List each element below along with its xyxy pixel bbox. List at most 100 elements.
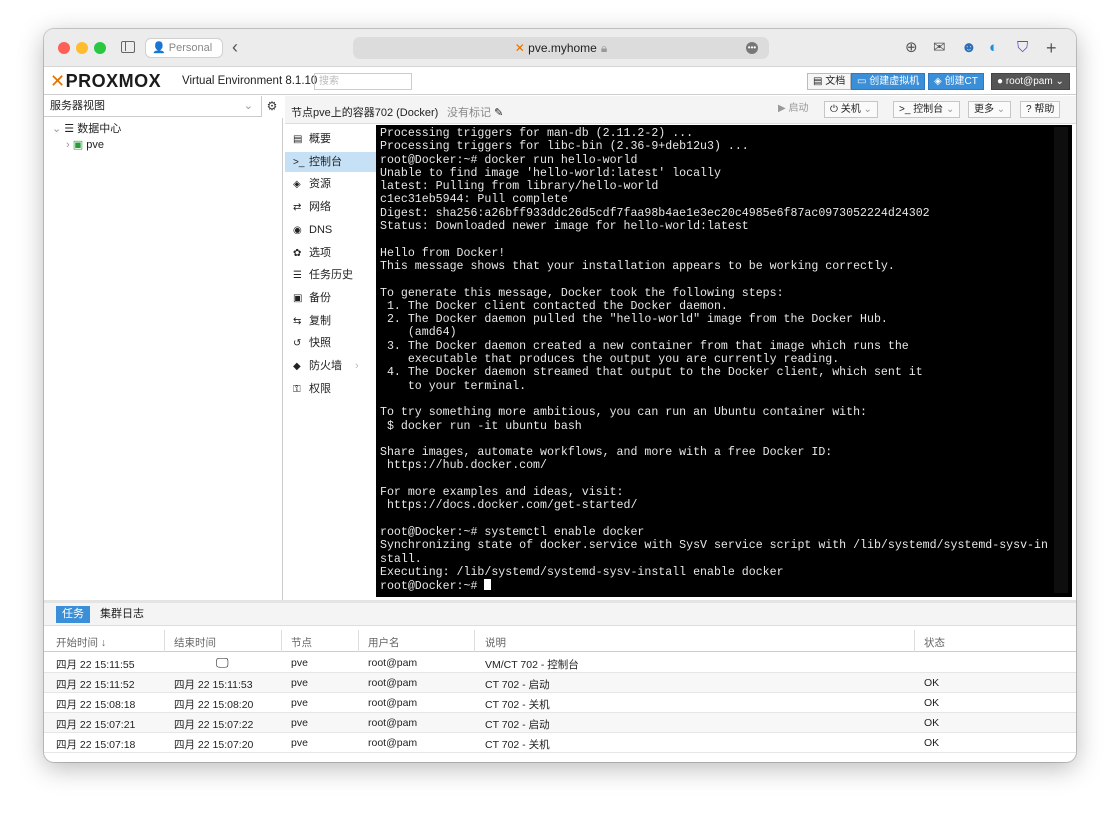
menu-item-1[interactable]: >_ 控制台: [285, 151, 376, 172]
page-title: 节点pve上的容器702 (Docker): [291, 107, 439, 119]
gear-icon[interactable]: ⚙: [264, 97, 280, 115]
menu-item-9[interactable]: ↺ 快照: [285, 333, 376, 353]
menu-item-10[interactable]: ◆ 防火墙 ›: [285, 356, 376, 376]
table-row[interactable]: 四月 22 15:07:18 四月 22 15:07:20 pve root@pam C…: [44, 733, 1076, 753]
extension-people-icon[interactable]: ☻: [961, 38, 977, 58]
menu-item-4[interactable]: ◉ DNS: [285, 220, 376, 240]
tags[interactable]: 没有标记 ✎: [447, 104, 503, 120]
sidebar-toggle-icon[interactable]: [121, 41, 135, 53]
power-icon: ⏻: [830, 104, 838, 115]
table-row[interactable]: 四月 22 15:11:52 四月 22 15:11:53 pve root@pam C…: [44, 673, 1076, 693]
help-button[interactable]: ? 帮助: [1020, 101, 1061, 118]
floppy-icon: ▣: [293, 292, 303, 304]
more-button[interactable]: 更多 ⌄: [968, 101, 1012, 118]
more-icon[interactable]: •••: [746, 42, 758, 54]
console-line: stall.: [380, 553, 1060, 566]
proxmox-logo[interactable]: ✕PROXMOX: [50, 71, 161, 91]
table-row[interactable]: 四月 22 15:11:55 🖵 pve root@pam VM/CT 702 - 控制…: [44, 653, 1076, 673]
terminal-icon: >_: [293, 156, 305, 168]
cell-end: 四月 22 15:07:22: [174, 719, 254, 731]
minimize-window-button[interactable]: [76, 42, 88, 54]
browser-toolbar: 👤 Personal ⌄ ‹ ✕ pve.myhome 🔒︎ ••• ⊕ ✉ ☻ …: [44, 29, 1076, 71]
search-input[interactable]: 搜索: [314, 73, 412, 90]
docs-button[interactable]: ▤ 文档: [807, 73, 852, 90]
console-line: For more examples and ideas, visit:: [380, 486, 1060, 499]
extension-shield-icon[interactable]: ⛉: [1017, 38, 1028, 58]
menu-item-8[interactable]: ⇆ 复制: [285, 311, 376, 331]
column-start-time[interactable]: 开始时间 ↓: [56, 635, 106, 650]
new-tab-button[interactable]: +: [1046, 38, 1057, 58]
table-row[interactable]: 四月 22 15:08:18 四月 22 15:08:20 pve root@pam C…: [44, 693, 1076, 713]
column-user[interactable]: 用户名: [368, 635, 400, 650]
console-line: Processing triggers for libc-bin (2.36-9…: [380, 140, 1060, 153]
menu-item-7[interactable]: ▣ 备份: [285, 288, 376, 308]
menu-item-0[interactable]: ▤ 概要: [285, 129, 376, 149]
column-end-time[interactable]: 结束时间: [174, 635, 216, 650]
console-line-text: executable that produces the output you …: [380, 353, 840, 367]
view-selector[interactable]: 服务器视图 ⌄: [44, 96, 262, 117]
start-button[interactable]: ▶ 启动: [773, 101, 813, 118]
menu-item-label: 选项: [309, 246, 331, 259]
cell-node: pve: [291, 737, 308, 749]
menu-item-11[interactable]: ⚿ 权限: [285, 379, 376, 399]
console-scrollbar[interactable]: [1054, 127, 1068, 593]
cell-desc: CT 702 - 关机: [485, 739, 550, 751]
menu-item-label: 控制台: [309, 155, 342, 168]
pencil-icon: ✎: [494, 107, 504, 119]
column-description[interactable]: 说明: [485, 635, 506, 650]
resource-tree: ⌄ ☰ 数据中心 › ▣ pve: [44, 118, 283, 600]
cell-desc: CT 702 - 启动: [485, 719, 550, 731]
console-line-text: https://hub.docker.com/: [380, 459, 547, 473]
maximize-window-button[interactable]: [94, 42, 106, 54]
menu-item-label: 概要: [309, 133, 331, 145]
column-status[interactable]: 状态: [924, 635, 945, 650]
browser-window: 👤 Personal ⌄ ‹ ✕ pve.myhome 🔒︎ ••• ⊕ ✉ ☻ …: [44, 29, 1076, 762]
column-node[interactable]: 节点: [291, 635, 312, 650]
console-line: to your terminal.: [380, 380, 1060, 393]
menu-item-6[interactable]: ☰ 任务历史: [285, 265, 376, 285]
table-row[interactable]: 四月 22 15:07:21 四月 22 15:07:22 pve root@pam C…: [44, 713, 1076, 733]
tab-cluster-log[interactable]: 集群日志: [94, 606, 150, 623]
address-bar[interactable]: ✕ pve.myhome 🔒︎: [353, 37, 769, 59]
menu-item-3[interactable]: ⇄ 网络: [285, 197, 376, 217]
extension-icon[interactable]: ✉: [933, 38, 946, 58]
menu-item-label: 防火墙: [309, 360, 342, 372]
profile-label: Personal: [168, 42, 213, 54]
menu-item-2[interactable]: ◈ 资源: [285, 174, 376, 194]
create-vm-button[interactable]: ▭ 创建虚拟机: [851, 73, 926, 90]
download-icon[interactable]: ⊕: [905, 38, 918, 58]
tree-node-pve[interactable]: › ▣ pve: [66, 138, 104, 152]
tree-node-datacenter[interactable]: ⌄ ☰ 数据中心: [52, 122, 121, 136]
close-window-button[interactable]: [58, 42, 70, 54]
create-ct-button[interactable]: ◈ 创建CT: [928, 73, 984, 90]
extension-translate-icon[interactable]: ◐: [989, 38, 998, 58]
console-line-text: root@Docker:~# systemctl enable docker: [380, 525, 645, 539]
menu-item-5[interactable]: ✿ 选项: [285, 243, 376, 263]
url-text: pve.myhome: [528, 41, 597, 55]
console-line: 1. The Docker client contacted the Docke…: [380, 300, 1060, 313]
person-icon: 👤: [152, 42, 166, 54]
console-button[interactable]: >_ 控制台 ⌄: [893, 101, 961, 118]
console-line-text: 3. The Docker daemon created a new conta…: [380, 339, 909, 353]
console-line-text: Unable to find image 'hello-world:latest…: [380, 166, 721, 180]
console-line-text: This message shows that your installatio…: [380, 259, 895, 273]
console-line: https://hub.docker.com/: [380, 459, 1060, 472]
gear-icon: ✿: [293, 247, 302, 259]
console-terminal[interactable]: Processing triggers for man-db (2.11.2-2…: [376, 125, 1072, 597]
shutdown-button[interactable]: ⏻ 关机 ⌄: [824, 101, 878, 118]
back-button[interactable]: ‹: [232, 37, 238, 57]
chevron-down-icon: ⌄: [863, 104, 872, 115]
console-line: To try something more ambitious, you can…: [380, 406, 1060, 419]
exchange-icon: ⇄: [293, 202, 302, 214]
profile-selector[interactable]: 👤 Personal ⌄: [145, 38, 223, 71]
cell-status: OK: [924, 737, 940, 749]
tab-tasks[interactable]: 任务: [56, 606, 90, 623]
chevron-right-icon: ›: [66, 139, 70, 151]
console-line-text: To generate this message, Docker took th…: [380, 286, 784, 300]
user-menu-button[interactable]: ● root@pam ⌄: [991, 73, 1070, 90]
cell-user: root@pam: [368, 697, 418, 709]
lock-icon: 🔒︎: [600, 41, 608, 55]
